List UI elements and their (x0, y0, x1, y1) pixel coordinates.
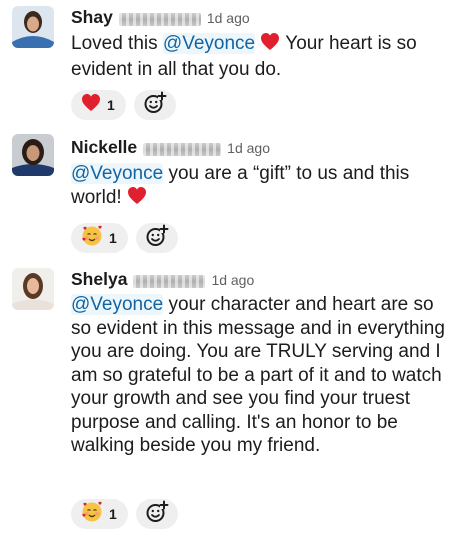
reaction-count: 1 (107, 97, 115, 113)
red-heart-icon (81, 93, 101, 117)
add-reaction-button[interactable] (133, 90, 176, 120)
reactions-bar: 1 (71, 223, 178, 253)
reaction-pill[interactable]: 1 (71, 499, 128, 529)
avatar[interactable] (12, 268, 54, 310)
redacted-surname (133, 274, 206, 288)
avatar[interactable] (12, 134, 54, 176)
body-text: Loved this (71, 33, 163, 54)
message-header: Shay 1d ago (71, 7, 250, 31)
avatar[interactable] (12, 6, 54, 48)
message-item: Shelya 1d ago @Veyonce your character an… (0, 262, 461, 540)
add-reaction-icon (145, 224, 169, 253)
author-name[interactable]: Nickelle (71, 137, 137, 158)
author-name[interactable]: Shay (71, 7, 113, 28)
add-reaction-button[interactable] (135, 499, 178, 529)
message-body: @Veyonce you are a “gift” to us and this… (71, 162, 456, 211)
message-header: Nickelle 1d ago (71, 137, 270, 161)
red-heart-emoji (260, 32, 280, 58)
reactions-bar: 1 (71, 499, 178, 529)
message-item: Shay 1d ago Loved this @Veyonce Your hea… (0, 0, 461, 122)
reactions-bar: 1 (71, 90, 176, 120)
message-body: Loved this @Veyonce Your heart is so evi… (71, 32, 456, 81)
add-reaction-button[interactable] (135, 223, 178, 253)
author-name[interactable]: Shelya (71, 269, 127, 290)
reaction-count: 1 (109, 230, 117, 246)
message-header: Shelya 1d ago (71, 269, 254, 293)
timestamp[interactable]: 1d ago (211, 272, 254, 288)
reaction-count: 1 (109, 506, 117, 522)
message-body: @Veyonce your character and heart are so… (71, 293, 456, 458)
smiling-face-with-hearts-icon (81, 225, 103, 252)
user-mention[interactable]: @Veyonce (162, 33, 256, 54)
timestamp[interactable]: 1d ago (227, 140, 270, 156)
redacted-surname (118, 12, 201, 26)
reaction-pill[interactable]: 1 (71, 90, 126, 120)
smiling-face-with-hearts-icon (81, 501, 103, 528)
user-mention[interactable]: @Veyonce (71, 163, 164, 184)
body-text: your character and heart are so so evide… (71, 294, 445, 456)
message-item: Nickelle 1d ago @Veyonce you are a “gift… (0, 128, 461, 258)
reaction-pill[interactable]: 1 (71, 223, 128, 253)
add-reaction-icon (143, 91, 167, 120)
user-mention[interactable]: @Veyonce (71, 294, 164, 315)
add-reaction-icon (145, 500, 169, 529)
red-heart-emoji (127, 186, 147, 212)
redacted-surname (143, 142, 222, 156)
timestamp[interactable]: 1d ago (207, 10, 250, 26)
